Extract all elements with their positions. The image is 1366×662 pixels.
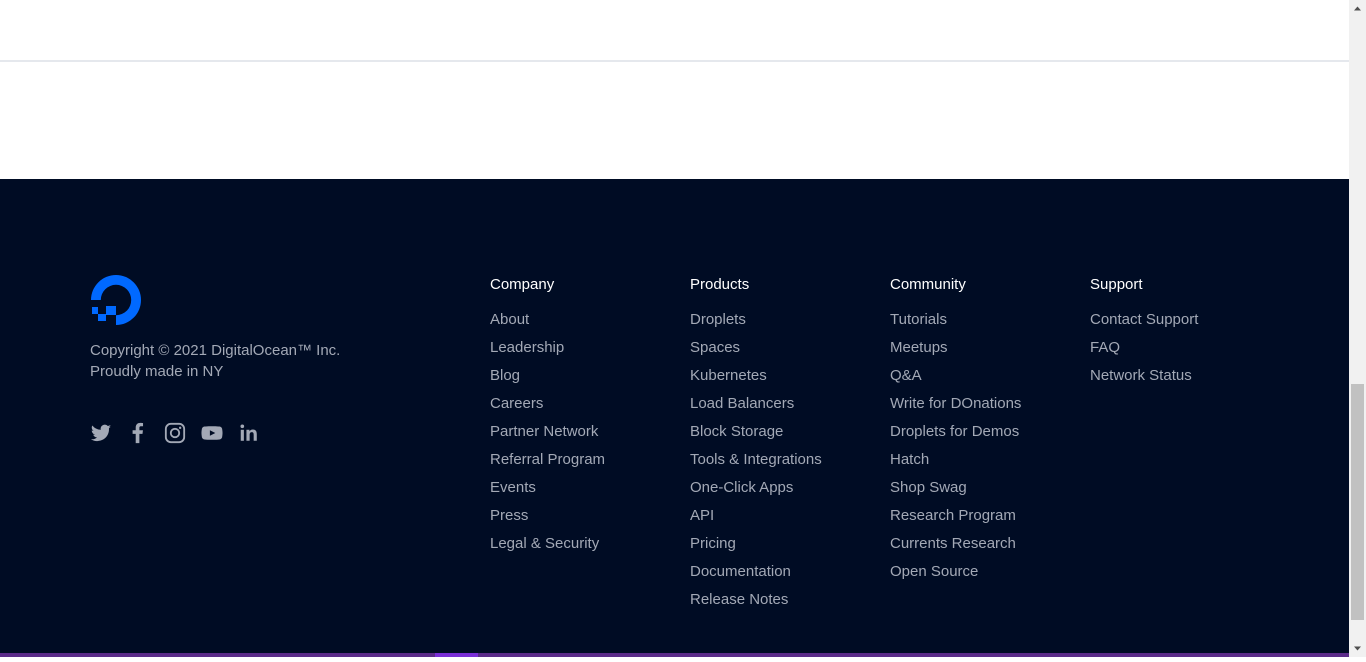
social-links <box>90 422 260 444</box>
youtube-icon[interactable] <box>201 422 223 444</box>
footer-link-one-click-apps[interactable]: One-Click Apps <box>690 477 822 505</box>
footer-link-currents-research[interactable]: Currents Research <box>890 533 1021 561</box>
linkedin-icon[interactable] <box>238 422 260 444</box>
footer-link-spaces[interactable]: Spaces <box>690 337 822 365</box>
footer-link-referral-program[interactable]: Referral Program <box>490 449 605 477</box>
footer-link-meetups[interactable]: Meetups <box>890 337 1021 365</box>
content-area <box>0 0 1349 179</box>
twitter-icon[interactable] <box>90 422 112 444</box>
footer-link-block-storage[interactable]: Block Storage <box>690 421 822 449</box>
footer-link-pricing[interactable]: Pricing <box>690 533 822 561</box>
link-list-products: Droplets Spaces Kubernetes Load Balancer… <box>690 309 822 617</box>
scroll-up-arrow-icon[interactable] <box>1349 0 1366 17</box>
column-heading-company: Company <box>490 276 555 293</box>
link-list-company: About Leadership Blog Careers Partner Ne… <box>490 309 605 561</box>
footer-link-kubernetes[interactable]: Kubernetes <box>690 365 822 393</box>
footer-link-research-program[interactable]: Research Program <box>890 505 1021 533</box>
footer-column-company: Company About Leadership Blog Careers Pa… <box>490 274 605 561</box>
vertical-scrollbar[interactable] <box>1349 0 1366 657</box>
page: Copyright © 2021 DigitalOcean™ Inc. Prou… <box>0 0 1349 657</box>
bottom-accent-bar <box>0 653 1349 657</box>
footer-link-network-status[interactable]: Network Status <box>1090 365 1198 393</box>
footer-link-press[interactable]: Press <box>490 505 605 533</box>
footer-column-products: Products Droplets Spaces Kubernetes Load… <box>690 274 822 617</box>
section-divider <box>0 60 1349 62</box>
scroll-down-arrow-icon[interactable] <box>1349 640 1366 657</box>
footer-link-leadership[interactable]: Leadership <box>490 337 605 365</box>
column-heading-community: Community <box>890 276 966 293</box>
copyright-text: Copyright © 2021 DigitalOcean™ Inc. <box>90 342 341 359</box>
footer-link-open-source[interactable]: Open Source <box>890 561 1021 589</box>
footer-link-careers[interactable]: Careers <box>490 393 605 421</box>
made-in-text: Proudly made in NY <box>90 363 224 380</box>
footer-link-release-notes[interactable]: Release Notes <box>690 589 822 617</box>
footer-link-partner-network[interactable]: Partner Network <box>490 421 605 449</box>
footer-link-events[interactable]: Events <box>490 477 605 505</box>
footer-link-droplets-for-demos[interactable]: Droplets for Demos <box>890 421 1021 449</box>
footer-link-tools-integrations[interactable]: Tools & Integrations <box>690 449 822 477</box>
link-list-community: Tutorials Meetups Q&A Write for DOnation… <box>890 309 1021 589</box>
copyright-block: Copyright © 2021 DigitalOcean™ Inc. Prou… <box>90 340 340 382</box>
footer-link-droplets[interactable]: Droplets <box>690 309 822 337</box>
footer-link-faq[interactable]: FAQ <box>1090 337 1198 365</box>
site-footer <box>0 179 1349 657</box>
footer-link-tutorials[interactable]: Tutorials <box>890 309 1021 337</box>
digitalocean-logo-icon[interactable] <box>90 274 142 326</box>
link-list-support: Contact Support FAQ Network Status <box>1090 309 1198 393</box>
footer-column-community: Community Tutorials Meetups Q&A Write fo… <box>890 274 1021 589</box>
column-heading-products: Products <box>690 276 750 293</box>
footer-link-api[interactable]: API <box>690 505 822 533</box>
bottom-accent-segment <box>435 653 478 657</box>
facebook-icon[interactable] <box>127 422 149 444</box>
footer-link-qa[interactable]: Q&A <box>890 365 1021 393</box>
scrollbar-thumb[interactable] <box>1351 384 1364 620</box>
footer-link-blog[interactable]: Blog <box>490 365 605 393</box>
footer-link-about[interactable]: About <box>490 309 605 337</box>
footer-link-legal-security[interactable]: Legal & Security <box>490 533 605 561</box>
instagram-icon[interactable] <box>164 422 186 444</box>
footer-link-contact-support[interactable]: Contact Support <box>1090 309 1198 337</box>
footer-column-support: Support Contact Support FAQ Network Stat… <box>1090 274 1198 393</box>
footer-link-write-for-donations[interactable]: Write for DOnations <box>890 393 1021 421</box>
footer-link-load-balancers[interactable]: Load Balancers <box>690 393 822 421</box>
footer-link-documentation[interactable]: Documentation <box>690 561 822 589</box>
footer-link-shop-swag[interactable]: Shop Swag <box>890 477 1021 505</box>
footer-link-hatch[interactable]: Hatch <box>890 449 1021 477</box>
column-heading-support: Support <box>1090 276 1143 293</box>
